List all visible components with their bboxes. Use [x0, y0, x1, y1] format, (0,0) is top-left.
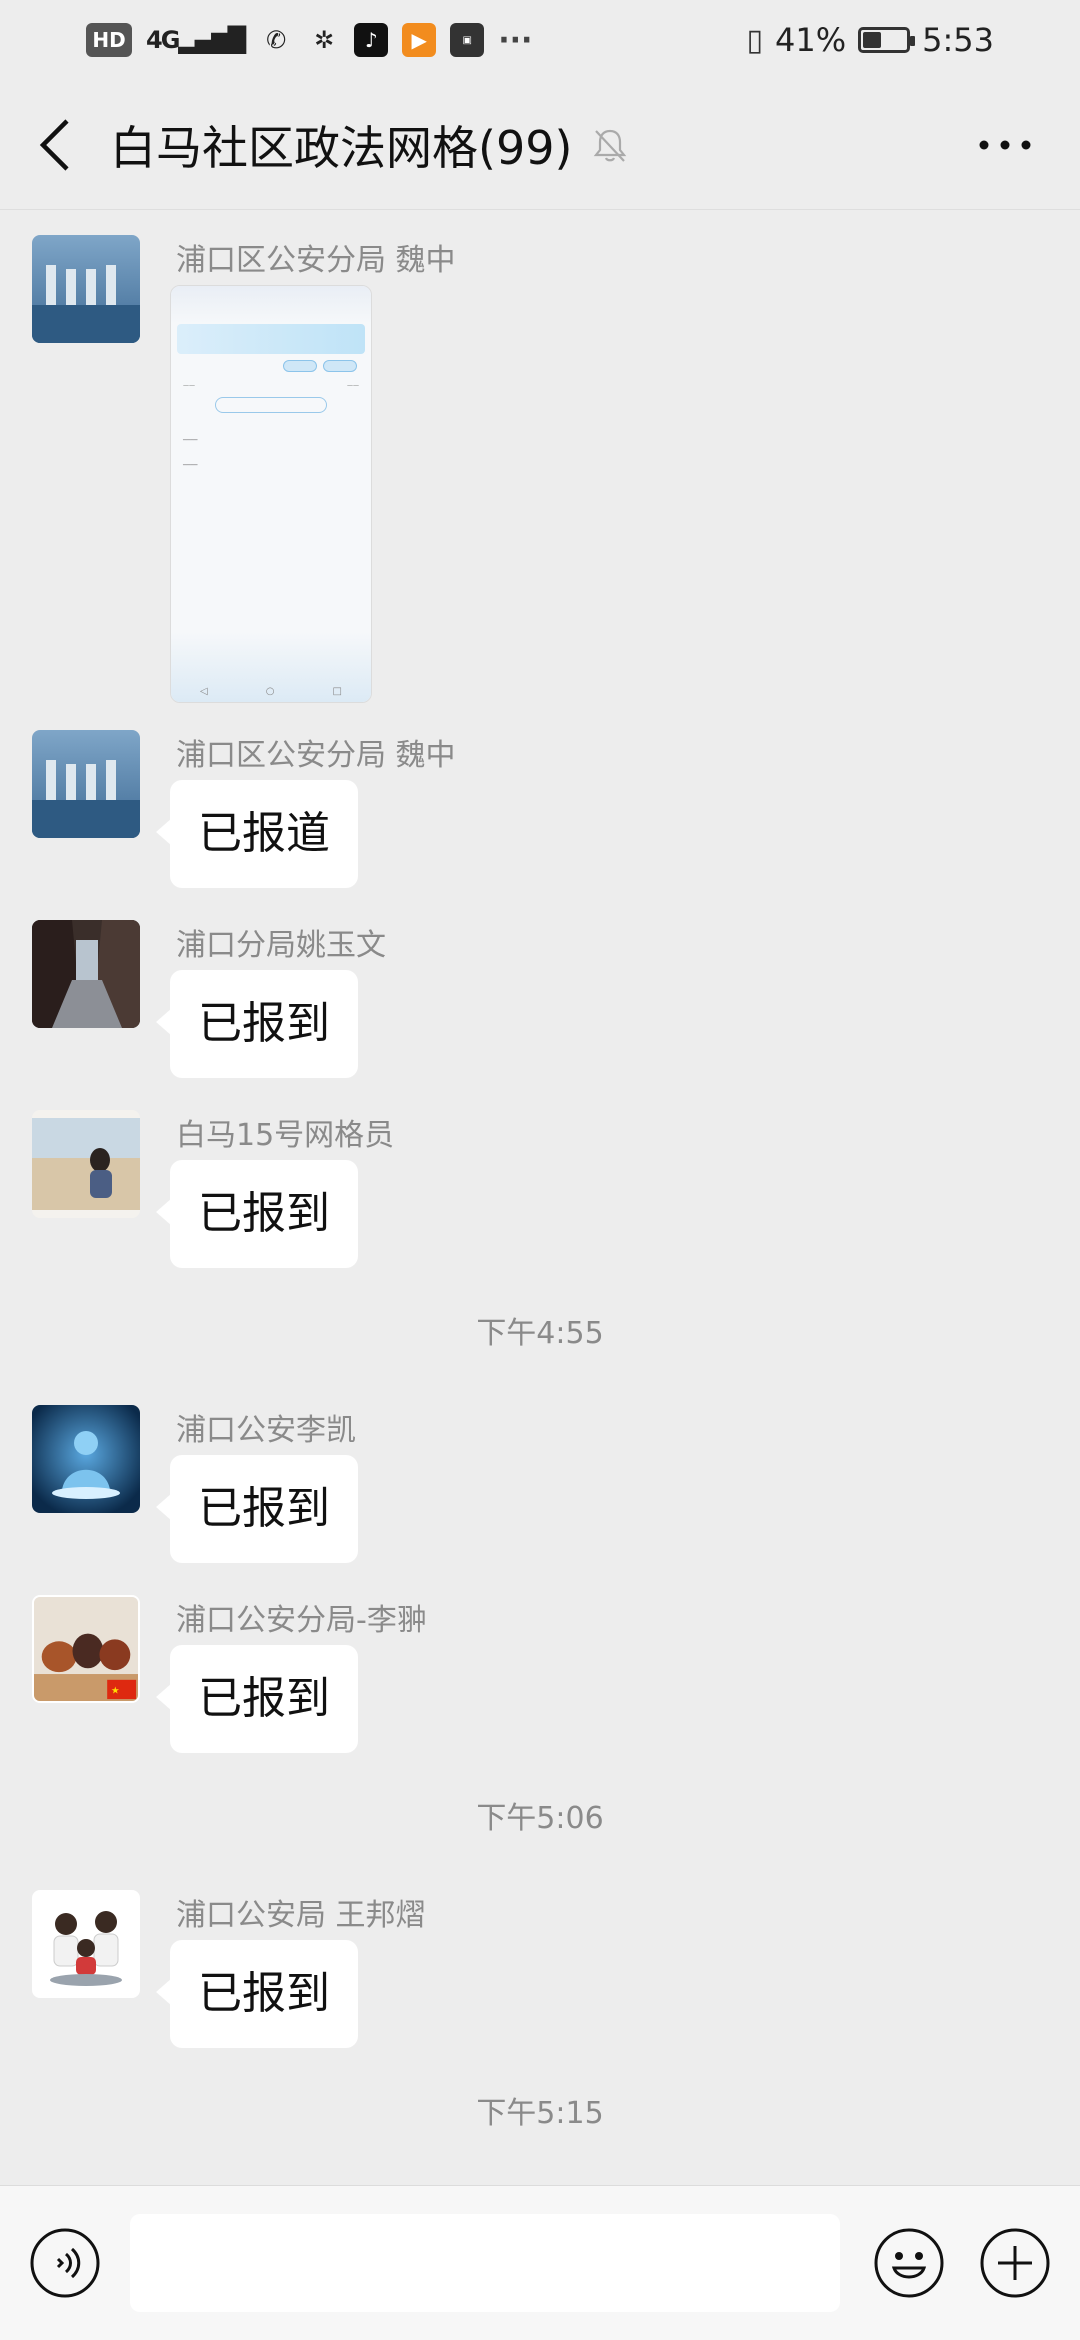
battery-icon — [858, 27, 916, 53]
nav-back-icon: ◁ — [200, 685, 208, 697]
image-message[interactable]: —— —— ──── ──── ◁ ○ □ — [170, 285, 372, 703]
back-arrow-icon — [39, 118, 69, 171]
nav-recent-icon: □ — [332, 685, 342, 697]
missed-call-icon: ✆ — [266, 26, 286, 54]
back-button[interactable] — [0, 80, 110, 210]
status-bar-left: HD 4G ▂▄▆█ ✆ ✲ ♪ ▶ ▣ ··· — [86, 22, 533, 58]
more-functions-button[interactable] — [978, 2226, 1052, 2300]
plus-icon — [980, 2228, 1050, 2298]
huawei-app-icon: ▣ — [450, 23, 485, 57]
image-thumbnail-line: ──── — [183, 462, 198, 469]
avatar[interactable] — [32, 1110, 140, 1218]
message-bubble[interactable]: 已报到 — [156, 1455, 358, 1563]
image-thumbnail-text: —— — [183, 382, 195, 389]
message-bubble[interactable]: 已报到 — [156, 970, 358, 1078]
avatar-meditation-image — [32, 1405, 140, 1513]
sender-name: 浦口公安分局-李翀 — [176, 1603, 427, 1638]
avatar-beach-image — [32, 1110, 140, 1218]
avatar-towers-image — [32, 730, 140, 838]
avatar-family-image — [32, 1890, 140, 1998]
voice-input-button[interactable] — [28, 2226, 102, 2300]
image-thumbnail-nav: ◁ ○ □ — [171, 680, 371, 702]
mute-bell-icon — [594, 129, 627, 162]
sender-name: 浦口区公安分局 魏中 — [176, 243, 456, 278]
avatar[interactable]: ★ — [32, 1595, 140, 1703]
more-notifications-icon: ··· — [498, 22, 533, 58]
sender-name: 浦口公安局 王邦熠 — [176, 1898, 426, 1933]
image-thumbnail-search — [215, 397, 327, 413]
more-options-button[interactable] — [970, 115, 1040, 175]
avatar[interactable] — [32, 1890, 140, 1998]
timestamp: 下午5:06 — [476, 1801, 604, 1836]
message-bubble[interactable]: 已报到 — [156, 1940, 358, 2048]
emoji-icon — [874, 2228, 944, 2298]
timestamp: 下午4:55 — [476, 1316, 604, 1351]
message-list[interactable]: 浦口区公安分局 魏中 —— —— ──── ──── ◁ ○ □ 浦口区公安分局 魏中… — [0, 210, 1080, 2185]
emoji-button[interactable] — [872, 2226, 946, 2300]
svg-text:★: ★ — [111, 1685, 120, 1696]
message-input[interactable] — [130, 2214, 840, 2312]
image-thumbnail-top — [171, 286, 371, 324]
sender-name: 浦口公安李凯 — [176, 1413, 356, 1448]
avatar-towers-image — [32, 235, 140, 343]
avatar[interactable] — [32, 235, 140, 343]
status-bar-right: ▯ 41% 5:53 — [747, 21, 995, 59]
avatar[interactable] — [32, 1405, 140, 1513]
hd-icon: HD — [86, 23, 132, 57]
message-bubble[interactable]: 已报到 — [156, 1645, 358, 1753]
input-bar — [0, 2185, 1080, 2340]
tiktok-icon: ♪ — [354, 23, 389, 57]
chat-header: 白马社区政法网格(99) — [0, 80, 1080, 210]
image-thumbnail-line: ──── — [183, 437, 198, 444]
vibrate-icon: ▯ — [746, 22, 764, 58]
image-thumbnail-row: —— —— — [183, 382, 359, 389]
image-thumbnail-tab — [323, 360, 357, 372]
battery-percent: 41% — [775, 21, 847, 59]
more-dots-icon — [979, 140, 1031, 150]
image-thumbnail-tab — [283, 360, 317, 372]
sender-name: 浦口区公安分局 魏中 — [176, 738, 456, 773]
nav-home-icon: ○ — [265, 685, 275, 697]
image-thumbnail-text: —— — [347, 382, 359, 389]
image-thumbnail-tabs — [171, 360, 357, 372]
image-thumbnail-header — [177, 324, 365, 354]
timestamp: 下午5:15 — [476, 2096, 604, 2131]
voice-icon — [30, 2228, 100, 2298]
status-bar: HD 4G ▂▄▆█ ✆ ✲ ♪ ▶ ▣ ··· ▯ 41% 5:53 — [0, 0, 1080, 80]
sender-name: 浦口分局姚玉文 — [176, 928, 386, 963]
app-notification-icon: ✲ — [314, 26, 334, 54]
avatar-alley-image — [32, 920, 140, 1028]
message-bubble[interactable]: 已报道 — [156, 780, 358, 888]
message-bubble[interactable]: 已报到 — [156, 1160, 358, 1268]
avatar[interactable] — [32, 730, 140, 838]
chat-title: 白马社区政法网格(99) — [110, 120, 573, 175]
avatar-teapots-image: ★ — [34, 1597, 138, 1701]
video-app-icon: ▶ — [402, 23, 437, 57]
sender-name: 白马15号网格员 — [176, 1118, 395, 1153]
clock: 5:53 — [922, 21, 994, 59]
avatar[interactable] — [32, 920, 140, 1028]
battery-fill — [863, 32, 882, 48]
signal-icon: 4G ▂▄▆█ — [146, 26, 246, 54]
network-label: 4G — [146, 26, 180, 54]
